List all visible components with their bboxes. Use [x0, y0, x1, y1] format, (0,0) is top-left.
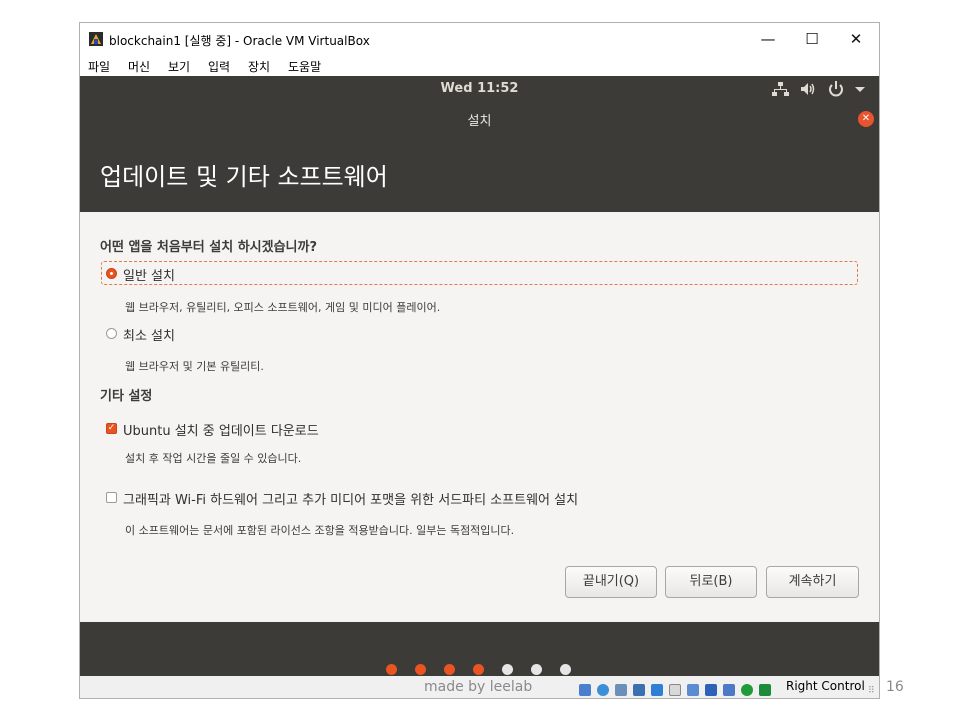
shared-folders-status-icon[interactable] — [669, 684, 681, 696]
install-type-question: 어떤 앱을 처음부터 설치 하시겠습니까? — [100, 240, 318, 255]
menu-devices[interactable]: 장치 — [248, 58, 270, 75]
hard-disk-status-icon[interactable] — [579, 684, 591, 696]
minimize-button[interactable]: — — [748, 27, 788, 51]
installer-title: 설치 — [467, 114, 492, 129]
page-number: 16 — [886, 679, 904, 695]
third-party-desc: 이 소프트웨어는 문서에 포함된 라이선스 조항을 적용받습니다. 일부는 독점… — [125, 524, 515, 537]
progress-dot-completed — [444, 664, 455, 675]
watermark-text: made by leelab — [424, 679, 533, 695]
progress-dot-pending — [531, 664, 542, 675]
minimal-install-radio[interactable] — [106, 328, 117, 339]
progress-dot-completed — [415, 664, 426, 675]
power-icon[interactable] — [826, 79, 846, 99]
minimal-install-desc: 웹 브라우저 및 기본 유틸리티. — [125, 360, 264, 373]
menu-machine[interactable]: 머신 — [128, 58, 150, 75]
quit-button[interactable]: 끝내기(Q) — [565, 566, 657, 598]
other-settings-heading: 기타 설정 — [100, 389, 153, 404]
progress-dot-pending — [502, 664, 513, 675]
third-party-checkbox[interactable] — [106, 492, 117, 503]
virtualization-status-icon[interactable] — [723, 684, 735, 696]
window-titlebar[interactable]: blockchain1 [실행 중] - Oracle VM VirtualBo… — [80, 23, 879, 55]
usb-status-icon[interactable] — [651, 684, 663, 696]
normal-install-desc: 웹 브라우저, 유틸리티, 오피스 소프트웨어, 게임 및 미디어 플레이어. — [125, 301, 441, 314]
volume-icon[interactable] — [798, 79, 818, 99]
menu-input[interactable]: 입력 — [208, 58, 230, 75]
progress-dot-pending — [560, 664, 571, 675]
resize-grip-icon[interactable]: ⠿ — [868, 686, 875, 696]
page-heading: 업데이트 및 기타 소프트웨어 — [100, 163, 388, 191]
menu-help[interactable]: 도움말 — [288, 58, 321, 75]
ubuntu-top-bar: Wed 11:52 — [80, 76, 879, 102]
download-updates-label[interactable]: Ubuntu 설치 중 업데이트 다운로드 — [123, 420, 319, 439]
installer-close-icon[interactable]: ✕ — [858, 111, 874, 127]
mouse-integration-status-icon[interactable] — [741, 684, 753, 696]
continue-button[interactable]: 계속하기 — [766, 566, 859, 598]
audio-status-icon[interactable] — [615, 684, 627, 696]
menu-view[interactable]: 보기 — [168, 58, 190, 75]
network-icon[interactable] — [770, 79, 790, 99]
back-button[interactable]: 뒤로(B) — [665, 566, 757, 598]
display-status-icon[interactable] — [687, 684, 699, 696]
optical-drive-status-icon[interactable] — [597, 684, 609, 696]
menu-file[interactable]: 파일 — [88, 58, 110, 75]
network-status-icon[interactable] — [633, 684, 645, 696]
progress-dot-completed — [386, 664, 397, 675]
download-updates-checkbox[interactable]: ✓ — [106, 423, 117, 434]
maximize-button[interactable]: ☐ — [792, 27, 832, 51]
dropdown-arrow-icon[interactable] — [850, 79, 870, 99]
installer-content: 어떤 앱을 처음부터 설치 하시겠습니까? 일반 설치 웹 브라우저, 유틸리티… — [80, 212, 879, 622]
menubar: 파일 머신 보기 입력 장치 도움말 — [80, 55, 879, 76]
host-key-label[interactable]: Right Control — [786, 679, 865, 693]
keyboard-status-icon[interactable] — [759, 684, 771, 696]
progress-dots — [80, 664, 879, 675]
video-capture-status-icon[interactable] — [705, 684, 717, 696]
close-button[interactable]: ✕ — [836, 27, 876, 51]
guest-screen[interactable]: Wed 11:52 설치 ✕ 업데이트 및 기타 소프트웨어 어떤 앱을 처음부… — [80, 76, 879, 676]
download-updates-desc: 설치 후 작업 시간을 줄일 수 있습니다. — [125, 452, 302, 465]
virtualbox-window: blockchain1 [실행 중] - Oracle VM VirtualBo… — [79, 22, 880, 699]
progress-dot-completed — [473, 664, 484, 675]
third-party-label[interactable]: 그래픽과 Wi-Fi 하드웨어 그리고 추가 미디어 포맷을 위한 서드파티 소… — [123, 489, 578, 508]
window-title: blockchain1 [실행 중] - Oracle VM VirtualBo… — [109, 34, 370, 48]
normal-install-label[interactable]: 일반 설치 — [123, 265, 175, 284]
focus-outline — [101, 261, 858, 285]
virtualbox-app-icon — [89, 32, 103, 46]
clock[interactable]: Wed 11:52 — [80, 81, 879, 96]
normal-install-radio[interactable] — [106, 268, 117, 279]
minimal-install-label[interactable]: 최소 설치 — [123, 325, 175, 344]
